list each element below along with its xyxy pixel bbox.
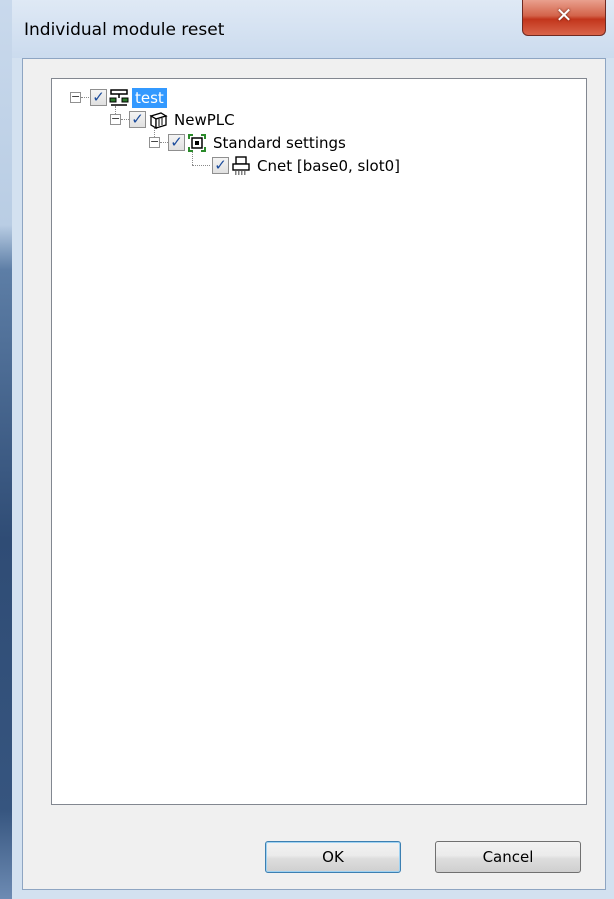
ok-button[interactable]: OK (265, 841, 401, 873)
title-bar[interactable]: Individual module reset ✕ (12, 0, 614, 58)
tree-item-test[interactable]: − ✓ test (52, 87, 252, 109)
close-icon: ✕ (555, 3, 573, 27)
tree-item-checkbox[interactable]: ✓ (168, 134, 185, 151)
module-tree[interactable]: − ✓ test − ✓ NewPLC − ✓ Standard setting… (51, 78, 587, 805)
cnet-module-icon (232, 156, 250, 175)
dialog-title: Individual module reset (24, 20, 225, 40)
collapse-icon[interactable]: − (70, 91, 81, 103)
tree-item-checkbox[interactable]: ✓ (90, 89, 107, 106)
tree-item-newplc[interactable]: − ✓ NewPLC (52, 109, 252, 131)
tree-item-standard-settings[interactable]: − ✓ Standard settings (52, 132, 352, 154)
tree-item-cnet[interactable]: ✓ Cnet [base0, slot0] (52, 155, 452, 177)
cancel-button[interactable]: Cancel (435, 841, 581, 873)
tree-item-label: NewPLC (174, 111, 235, 129)
tree-item-checkbox[interactable]: ✓ (212, 157, 229, 174)
settings-module-icon (188, 134, 206, 152)
tree-item-checkbox[interactable]: ✓ (129, 111, 146, 128)
background-window-edge (0, 0, 12, 899)
close-button[interactable]: ✕ (522, 0, 606, 36)
plc-icon (149, 112, 168, 130)
collapse-icon[interactable]: − (110, 113, 121, 125)
tree-item-label: Standard settings (213, 134, 346, 152)
tree-item-label: test (132, 88, 167, 108)
collapse-icon[interactable]: − (149, 136, 160, 148)
tree-item-label: Cnet [base0, slot0] (257, 157, 400, 175)
dialog-window: Individual module reset ✕ − ✓ test − ✓ N… (0, 0, 614, 899)
project-network-icon (109, 89, 129, 106)
dialog-body: − ✓ test − ✓ NewPLC − ✓ Standard setting… (22, 58, 606, 890)
